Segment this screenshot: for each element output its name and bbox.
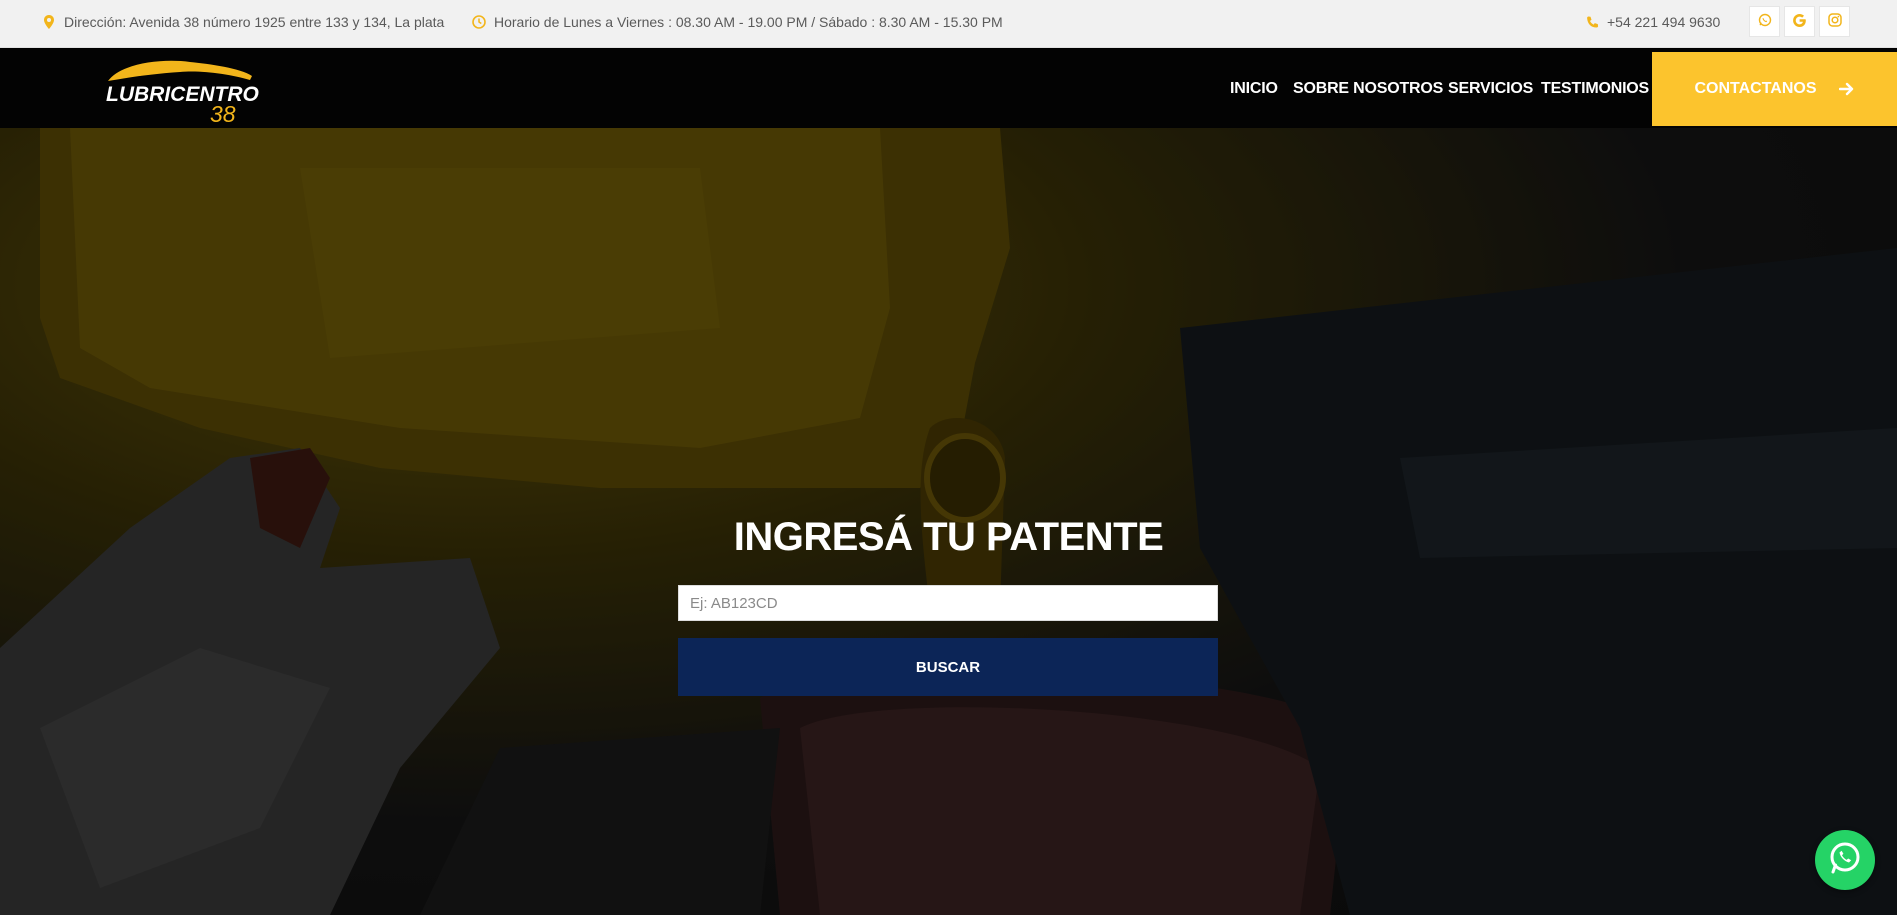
hours-info: Horario de Lunes a Viernes : 08.30 AM - … [472, 0, 1003, 44]
nav-sobre-nosotros[interactable]: SOBRE NOSOTROS [1293, 80, 1443, 98]
instagram-icon [1827, 13, 1842, 30]
main-navbar: LUBRICENTRO 38 INICIO SOBRE NOSOTROS SER… [0, 49, 1897, 128]
top-info-bar: Dirección: Avenida 38 número 1925 entre … [0, 0, 1897, 48]
phone-text: +54 221 494 9630 [1607, 14, 1721, 30]
phone-info[interactable]: +54 221 494 9630 [1585, 0, 1720, 44]
arrow-right-icon [1838, 82, 1855, 96]
search-button[interactable]: BUSCAR [678, 638, 1218, 696]
contact-button-label: CONTACTANOS [1694, 80, 1817, 97]
svg-text:38: 38 [210, 101, 236, 124]
logo[interactable]: LUBRICENTRO 38 [100, 54, 260, 127]
clock-icon [472, 15, 486, 29]
nav-inicio[interactable]: INICIO [1230, 80, 1278, 98]
address-text: Dirección: Avenida 38 número 1925 entre … [64, 14, 445, 30]
whatsapp-link[interactable] [1749, 6, 1780, 37]
whatsapp-icon [1827, 840, 1863, 881]
license-plate-input[interactable] [678, 585, 1218, 621]
nav-testimonios[interactable]: TESTIMONIOS [1541, 80, 1649, 98]
address-info: Dirección: Avenida 38 número 1925 entre … [42, 0, 444, 44]
hours-text: Horario de Lunes a Viernes : 08.30 AM - … [494, 14, 1003, 30]
instagram-link[interactable] [1819, 6, 1850, 37]
hero-section: INGRESÁ TU PATENTE BUSCAR [0, 128, 1897, 915]
svg-text:LUBRICENTRO: LUBRICENTRO [106, 83, 259, 106]
google-link[interactable] [1784, 6, 1815, 37]
nav-servicios[interactable]: SERVICIOS [1448, 80, 1533, 98]
phone-icon [1585, 15, 1599, 29]
google-icon [1792, 13, 1807, 31]
location-pin-icon [42, 15, 56, 29]
whatsapp-floating-button[interactable] [1815, 830, 1875, 890]
hero-title: INGRESÁ TU PATENTE [733, 515, 1164, 559]
whatsapp-icon [1758, 13, 1772, 30]
contact-button[interactable]: CONTACTANOS [1652, 52, 1897, 126]
